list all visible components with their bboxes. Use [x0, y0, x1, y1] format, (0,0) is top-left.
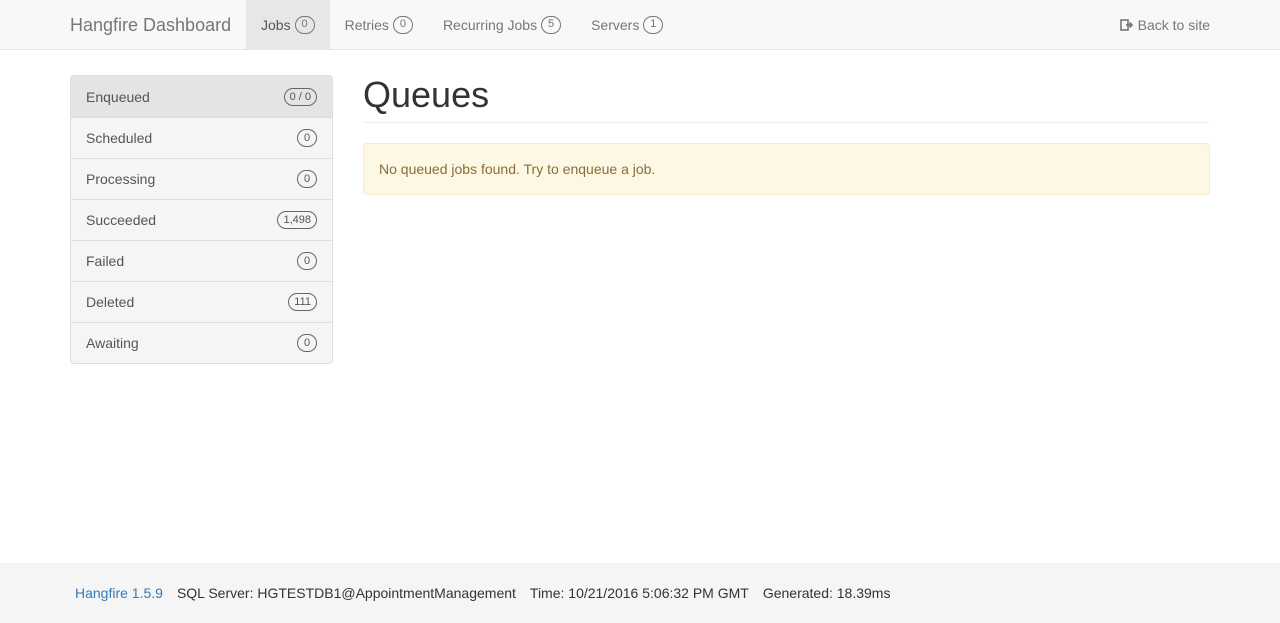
sidebar-item-label: Deleted	[86, 294, 135, 310]
nav-servers-label: Servers	[591, 16, 640, 33]
page-title: Queues	[363, 75, 1210, 123]
nav-recurring-jobs-count: 5	[541, 15, 562, 34]
nav-jobs[interactable]: Jobs 0	[246, 0, 330, 49]
brand-link[interactable]: Hangfire Dashboard	[70, 0, 231, 50]
nav-retries-count: 0	[392, 15, 413, 34]
sidebar-item-failed[interactable]: Failed 0	[71, 240, 332, 281]
sidebar-item-count: 0	[297, 129, 317, 147]
server-time: Time: 10/21/2016 5:06:32 PM GMT	[529, 585, 749, 601]
nav-recurring-jobs-label: Recurring Jobs	[442, 16, 538, 33]
nav-servers-count: 1	[643, 15, 664, 34]
sidebar-item-count: 111	[288, 293, 317, 311]
version-link[interactable]: Hangfire 1.5.9	[75, 585, 163, 601]
sidebar-item-enqueued[interactable]: Enqueued 0 / 0	[71, 76, 332, 117]
job-status-sidebar: Enqueued 0 / 0 Scheduled 0 Processing 0 …	[70, 75, 333, 364]
nav-recurring-jobs[interactable]: Recurring Jobs 5	[428, 0, 576, 49]
storage-info: SQL Server: HGTESTDB1@AppointmentManagem…	[176, 585, 516, 601]
nav-retries-label: Retries	[344, 16, 389, 33]
sidebar-item-label: Processing	[86, 171, 156, 187]
sidebar-item-label: Succeeded	[86, 212, 157, 228]
sidebar-item-succeeded[interactable]: Succeeded 1,498	[71, 199, 332, 240]
nav-servers[interactable]: Servers 1	[576, 0, 678, 49]
generation-time: Generated: 18.39ms	[762, 585, 891, 601]
sidebar-item-processing[interactable]: Processing 0	[71, 158, 332, 199]
alert-message: No queued jobs found. Try to enqueue a j…	[379, 161, 656, 177]
sidebar-item-count: 0	[297, 252, 317, 270]
sidebar-item-deleted[interactable]: Deleted 111	[71, 281, 332, 322]
sidebar-item-scheduled[interactable]: Scheduled 0	[71, 117, 332, 158]
sidebar-item-count: 0	[297, 334, 317, 352]
back-to-site-label: Back to site	[1137, 17, 1210, 33]
nav-jobs-label: Jobs	[261, 16, 291, 33]
sidebar-item-label: Enqueued	[86, 88, 150, 105]
nav-retries[interactable]: Retries 0	[330, 0, 428, 49]
sidebar-item-awaiting[interactable]: Awaiting 0	[71, 322, 332, 363]
sidebar-item-label: Awaiting	[86, 335, 139, 351]
empty-queue-alert: No queued jobs found. Try to enqueue a j…	[363, 143, 1210, 195]
main-content: Queues No queued jobs found. Try to enqu…	[363, 75, 1210, 195]
sidebar-item-label: Scheduled	[86, 130, 153, 146]
main-nav: Jobs 0 Retries 0 Recurring Jobs 5 Server…	[246, 0, 678, 50]
sidebar-item-count: 0	[297, 170, 317, 188]
top-navbar: Hangfire Dashboard Jobs 0 Retries 0 Recu…	[0, 0, 1280, 50]
sidebar-item-count: 1,498	[277, 211, 317, 229]
sidebar-item-count: 0 / 0	[283, 87, 317, 106]
sign-out-icon	[1119, 19, 1133, 31]
nav-jobs-count: 0	[294, 15, 315, 34]
footer: Hangfire 1.5.9 SQL Server: HGTESTDB1@App…	[0, 563, 1280, 623]
back-to-site-link[interactable]: Back to site	[1119, 0, 1210, 50]
sidebar-item-label: Failed	[86, 253, 125, 269]
